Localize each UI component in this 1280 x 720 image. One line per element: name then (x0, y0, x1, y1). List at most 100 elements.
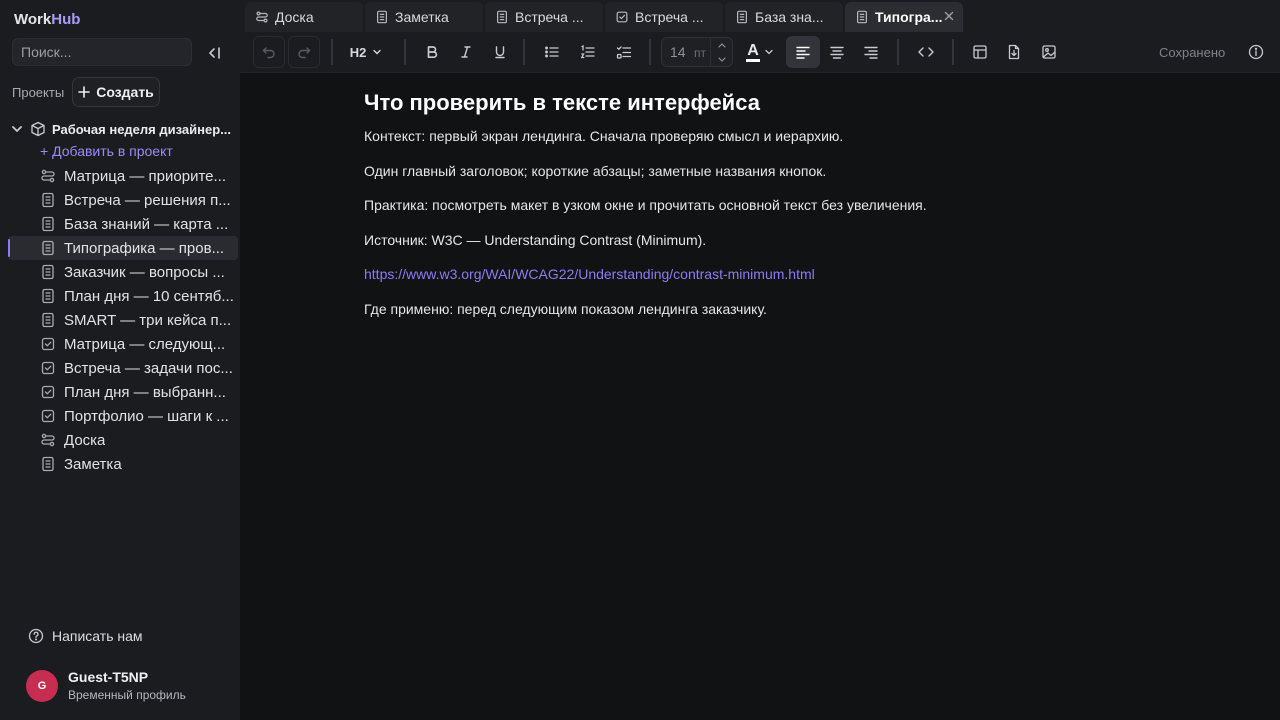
text-color-swatch (746, 58, 760, 62)
insert-image-button[interactable] (1037, 36, 1061, 68)
sidebar-item-meeting-decisions[interactable]: Встреча — решения п... (8, 188, 238, 212)
redo-button[interactable] (288, 36, 320, 68)
document-editor[interactable]: Что проверить в тексте интерфейса Контек… (364, 90, 1244, 334)
undo-button[interactable] (253, 36, 285, 68)
tab-knowledge-base[interactable]: База зна... (725, 2, 843, 32)
close-icon[interactable] (943, 10, 955, 22)
align-right-icon (864, 46, 878, 59)
text-color-icon: A (746, 42, 760, 62)
contact-us-link[interactable]: Написать нам (28, 628, 143, 644)
document-link[interactable]: https://www.w3.org/WAI/WCAG22/Understand… (364, 266, 815, 282)
heading-level-select[interactable]: H2 (344, 36, 388, 68)
project-name: Рабочая неделя дизайнер... (52, 121, 231, 137)
chevron-up-icon[interactable] (717, 41, 727, 51)
document-paragraph[interactable]: Один главный заголовок; короткие абзацы;… (364, 162, 1244, 180)
tab-meeting-tasks[interactable]: Встреча ... (605, 2, 723, 32)
font-size-field[interactable]: 14 пт (661, 37, 733, 67)
sidebar-item-matrix-priorities[interactable]: Матрица — приорите... (8, 164, 238, 188)
text-color-button[interactable]: A (743, 36, 777, 68)
user-name[interactable]: Guest-T5NP (68, 669, 148, 685)
note-icon (40, 192, 56, 208)
sidebar-item-day-plan-selected[interactable]: План дня — выбранн... (8, 380, 238, 404)
chevron-down-icon[interactable] (717, 54, 727, 64)
help-circle-icon (28, 628, 44, 644)
search-input[interactable] (12, 38, 192, 66)
task-icon (40, 360, 56, 376)
sidebar-item-meeting-tasks[interactable]: Встреча — задачи пос... (8, 356, 238, 380)
insert-file-button[interactable] (1002, 36, 1026, 68)
sidebar-item-note[interactable]: Заметка (8, 452, 238, 476)
toolbar-divider (331, 39, 333, 65)
sidebar: WorkHub Проекты Создать Рабочая неделя д… (0, 0, 240, 720)
create-button[interactable]: Создать (72, 77, 160, 107)
redo-icon (298, 47, 311, 59)
align-center-icon (830, 46, 844, 59)
sidebar-item-board[interactable]: Доска (8, 428, 238, 452)
info-icon (1248, 44, 1264, 60)
sidebar-item-label: План дня — выбранн... (64, 383, 226, 401)
tab-board[interactable]: Доска (245, 2, 363, 32)
bold-icon (427, 46, 438, 59)
add-to-project-link[interactable]: + Добавить в проект (40, 143, 173, 159)
app-logo[interactable]: WorkHub (14, 11, 80, 28)
font-size-value: 14 (670, 44, 686, 60)
collapse-sidebar-icon[interactable] (204, 42, 226, 64)
tab-note[interactable]: Заметка (365, 2, 483, 32)
sidebar-item-typography[interactable]: Типографика — пров... (8, 236, 238, 260)
numbered-list-button[interactable] (576, 36, 600, 68)
plus-icon (78, 86, 91, 98)
checklist-button[interactable] (612, 36, 636, 68)
bold-button[interactable] (420, 36, 444, 68)
image-icon (1042, 45, 1056, 59)
toolbar-divider (952, 39, 954, 65)
editor-toolbar: H2 14 пт A Сохранено (240, 32, 1280, 73)
sidebar-item-day-plan[interactable]: План дня — 10 сентяб... (8, 284, 238, 308)
sidebar-item-knowledge-base[interactable]: База знаний — карта ... (8, 212, 238, 236)
toolbar-divider (649, 39, 651, 65)
tab-typography[interactable]: Типогра... (845, 2, 963, 32)
task-icon (40, 384, 56, 400)
tab-bar: Доска Заметка Встреча ... Встреча ... Ба… (240, 0, 1280, 32)
create-button-label: Создать (96, 84, 154, 100)
project-tree-root[interactable]: Рабочая неделя дизайнер... (10, 118, 238, 140)
note-icon (40, 312, 56, 328)
board-icon (255, 10, 269, 24)
sidebar-item-label: Доска (64, 431, 106, 449)
document-paragraph[interactable]: Где применю: перед следующим показом лен… (364, 300, 1244, 318)
sidebar-item-portfolio[interactable]: Портфолио — шаги к ... (8, 404, 238, 428)
avatar[interactable]: G (26, 670, 58, 702)
document-paragraph[interactable]: Источник: W3C — Understanding Contrast (… (364, 231, 1244, 249)
sidebar-item-client-questions[interactable]: Заказчик — вопросы ... (8, 260, 238, 284)
align-right-button[interactable] (859, 36, 883, 68)
note-icon (735, 10, 749, 24)
font-size-stepper[interactable] (710, 38, 732, 66)
italic-button[interactable] (454, 36, 478, 68)
code-button[interactable] (913, 36, 939, 68)
tab-label: Доска (275, 9, 314, 25)
note-icon (375, 10, 389, 24)
tab-label: Встреча ... (515, 9, 584, 25)
align-left-button[interactable] (786, 36, 820, 68)
sidebar-item-matrix-next[interactable]: Матрица — следующ... (8, 332, 238, 356)
italic-icon (461, 46, 471, 58)
contact-us-label: Написать нам (52, 628, 143, 644)
insert-table-button[interactable] (968, 36, 992, 68)
sidebar-item-smart[interactable]: SMART — три кейса п... (8, 308, 238, 332)
info-button[interactable] (1244, 36, 1268, 68)
chevron-down-icon[interactable] (10, 122, 24, 136)
document-paragraph[interactable]: Практика: посмотреть макет в узком окне … (364, 196, 1244, 214)
underline-button[interactable] (488, 36, 512, 68)
logo-text-main: Work (14, 11, 52, 28)
align-center-button[interactable] (825, 36, 849, 68)
align-left-icon (796, 46, 810, 59)
toolbar-divider (404, 39, 406, 65)
note-icon (855, 10, 869, 24)
code-icon (918, 47, 934, 57)
bullet-list-button[interactable] (540, 36, 564, 68)
document-paragraph[interactable]: Контекст: первый экран лендинга. Сначала… (364, 127, 1244, 145)
tab-meeting-note[interactable]: Встреча ... (485, 2, 603, 32)
document-title[interactable]: Что проверить в тексте интерфейса (364, 90, 1244, 116)
project-items-list: Матрица — приорите... Встреча — решения … (8, 164, 238, 476)
file-download-icon (1008, 44, 1020, 60)
task-icon (615, 10, 629, 24)
